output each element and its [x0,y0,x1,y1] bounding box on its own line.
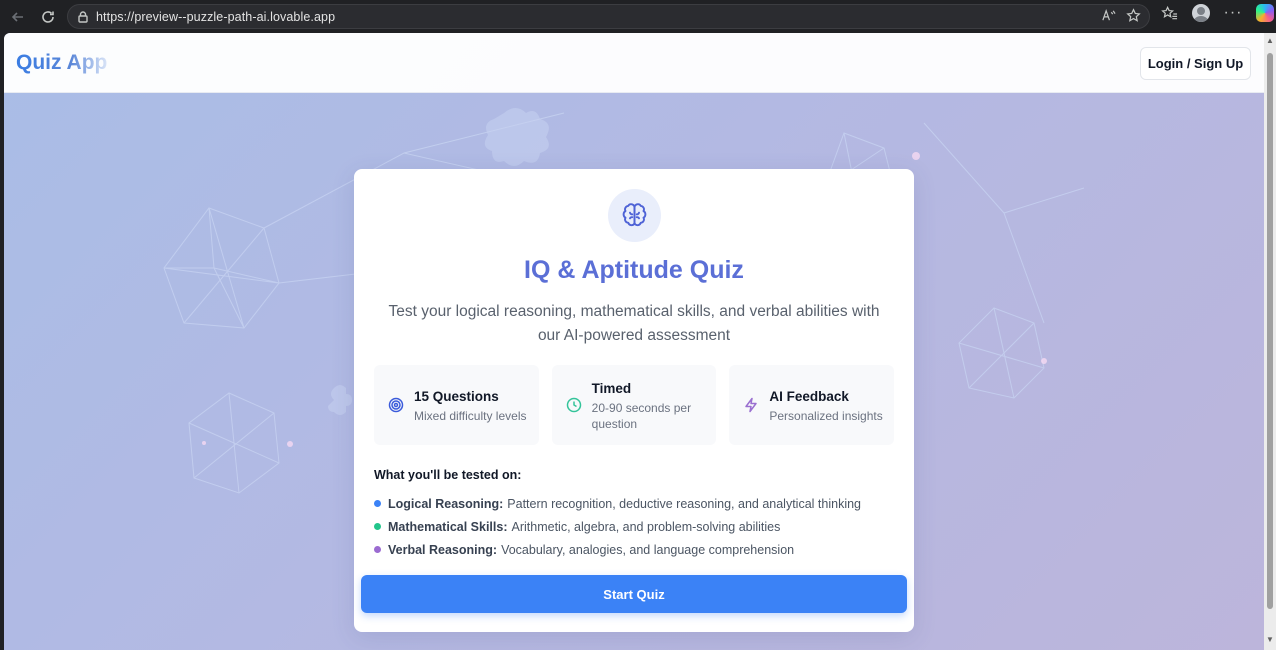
quiz-subtitle: Test your logical reasoning, mathematica… [388,303,880,344]
copilot-icon[interactable] [1256,4,1274,22]
bullet-dot [374,523,381,530]
list-item: Logical Reasoning: Pattern recognition, … [374,492,894,515]
read-aloud-icon[interactable] [1101,8,1116,28]
topic-text: Arithmetic, algebra, and problem-solving… [511,519,781,534]
start-quiz-button[interactable]: Start Quiz [361,575,907,613]
page-viewport: Quiz App Login / Sign Up IQ & Aptitude Q… [4,33,1264,650]
feature-card-questions: 15 Questions Mixed difficulty levels [374,365,539,445]
list-item: Verbal Reasoning: Vocabulary, analogies,… [374,538,894,561]
scroll-down-arrow-icon[interactable]: ▼ [1266,636,1274,644]
feature-desc: 20-90 seconds per question [591,401,692,431]
app-brand-logo[interactable]: Quiz App [16,51,107,75]
feature-title: AI Feedback [769,389,849,404]
lock-icon[interactable] [76,10,90,24]
login-signup-button[interactable]: Login / Sign Up [1140,47,1251,80]
reload-icon[interactable] [34,3,62,31]
topic-text: Vocabulary, analogies, and language comp… [501,542,795,557]
quiz-title: IQ & Aptitude Quiz [524,256,744,284]
tested-topics-list: Logical Reasoning: Pattern recognition, … [374,492,894,561]
more-icon[interactable]: ··· [1224,4,1242,22]
topic-text: Pattern recognition, deductive reasoning… [507,496,861,511]
clock-icon [566,397,582,413]
feature-desc: Personalized insights [769,409,883,423]
quiz-intro-card: IQ & Aptitude Quiz Test your logical rea… [354,169,914,632]
scrollbar-thumb[interactable] [1267,53,1273,609]
feature-desc: Mixed difficulty levels [414,409,527,423]
feature-card-timed: Timed 20-90 seconds per question [551,365,717,445]
app-header: Quiz App Login / Sign Up [4,33,1264,93]
page-scrollbar[interactable]: ▲ ▼ [1264,33,1276,650]
feature-title: 15 Questions [414,389,499,404]
feature-title: Timed [591,381,632,396]
feature-card-ai-feedback: AI Feedback Personalized insights [729,365,895,445]
address-bar[interactable]: https://preview--puzzle-path-ai.lovable.… [67,4,1150,29]
lightning-icon [743,397,759,413]
favorite-star-icon[interactable] [1126,8,1141,28]
browser-toolbar: https://preview--puzzle-path-ai.lovable.… [0,0,1276,33]
url-text[interactable]: https://preview--puzzle-path-ai.lovable.… [96,10,335,24]
profile-avatar-icon[interactable] [1192,4,1210,22]
tested-on-heading: What you'll be tested on: [374,468,522,482]
back-arrow-icon[interactable] [4,3,32,31]
bullet-dot [374,546,381,553]
favorites-icon[interactable] [1160,4,1178,22]
list-item: Mathematical Skills: Arithmetic, algebra… [374,515,894,538]
brain-icon [608,189,661,242]
topic-label: Verbal Reasoning: [388,542,498,557]
scroll-up-arrow-icon[interactable]: ▲ [1266,37,1274,45]
target-icon [388,397,404,413]
topic-label: Mathematical Skills: [388,519,508,534]
bullet-dot [374,500,381,507]
feature-list: 15 Questions Mixed difficulty levels Tim… [374,365,895,445]
topic-label: Logical Reasoning: [388,496,504,511]
